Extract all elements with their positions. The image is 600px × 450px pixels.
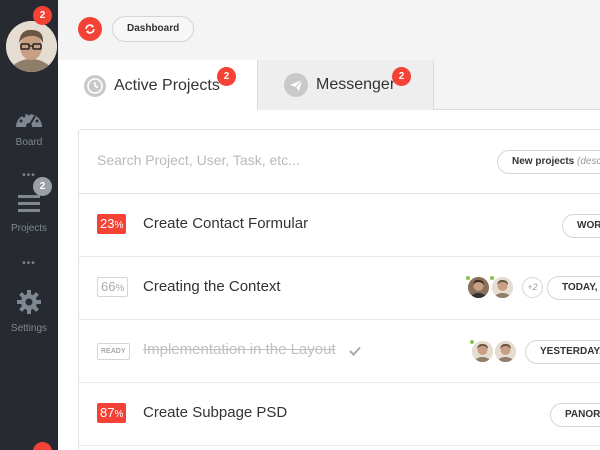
avatar[interactable] bbox=[6, 21, 57, 72]
gear-icon bbox=[17, 290, 41, 314]
tab-badge: 2 bbox=[217, 67, 236, 86]
topbar: Dashboard bbox=[58, 0, 600, 60]
sort-label: New projects bbox=[512, 156, 575, 167]
ready-badge: READY bbox=[97, 343, 130, 360]
progress-badge: 66% bbox=[97, 277, 129, 297]
more-users-count[interactable]: +2 bbox=[522, 277, 543, 298]
tab-badge: 2 bbox=[392, 67, 411, 86]
online-indicator bbox=[469, 339, 475, 345]
send-icon bbox=[284, 73, 308, 97]
task-title: Creating the Context bbox=[143, 278, 281, 295]
table-row[interactable]: READY Implementation in the Layout YESTE… bbox=[79, 320, 600, 383]
due-date-badge[interactable]: PANORA bbox=[550, 403, 600, 427]
tab-label: Active Projects bbox=[114, 76, 220, 94]
separator-dots: ••• bbox=[22, 258, 36, 269]
tab-label: Messenger bbox=[316, 76, 396, 93]
progress-badge: 23% bbox=[97, 214, 127, 234]
refresh-button[interactable] bbox=[78, 17, 102, 41]
projects-panel: New projects (desc 23% Create Contact Fo… bbox=[78, 129, 600, 450]
user-avatar[interactable] bbox=[468, 277, 489, 298]
due-date-badge[interactable]: TODAY, bbox=[547, 276, 600, 300]
clock-icon bbox=[84, 74, 106, 97]
refresh-icon bbox=[85, 24, 95, 34]
user-avatar[interactable] bbox=[495, 341, 516, 362]
new-projects-sort-button[interactable]: New projects (desc bbox=[497, 150, 600, 174]
table-row[interactable]: 87% Create Subpage PSD PANORA bbox=[79, 383, 600, 446]
progress-badge: 87% bbox=[97, 403, 127, 423]
task-title: Create Contact Formular bbox=[143, 215, 309, 232]
sidebar-item-label: Board bbox=[15, 137, 43, 148]
check-icon bbox=[349, 346, 361, 356]
task-title: Create Subpage PSD bbox=[143, 404, 288, 421]
sidebar-item-label: Projects bbox=[10, 223, 48, 234]
projects-badge: 2 bbox=[33, 177, 52, 196]
search-input[interactable] bbox=[97, 152, 477, 168]
table-row[interactable]: 66% Creating the Context +2 TODAY, bbox=[79, 257, 600, 320]
task-title: Implementation in the Layout bbox=[143, 341, 336, 358]
search-bar: New projects (desc bbox=[79, 130, 600, 194]
online-indicator bbox=[489, 275, 495, 281]
avatar-notification-badge: 2 bbox=[33, 6, 52, 25]
sidebar-item-projects[interactable]: Projects bbox=[0, 193, 58, 234]
online-indicator bbox=[465, 275, 471, 281]
sidebar-item-board[interactable]: Board bbox=[0, 107, 58, 148]
sort-order: (desc bbox=[577, 156, 600, 167]
tab-bar: Active Projects 2 Messenger 2 bbox=[58, 60, 600, 111]
tab-active-projects[interactable]: Active Projects 2 bbox=[58, 60, 258, 111]
sidebar-item-settings[interactable]: Settings bbox=[0, 289, 58, 334]
sidebar-item-label: Settings bbox=[10, 323, 48, 334]
bottom-notification-badge bbox=[33, 442, 52, 450]
tab-messenger[interactable]: Messenger 2 bbox=[258, 60, 434, 110]
due-date-badge[interactable]: YESTERDAY, bbox=[525, 340, 600, 364]
breadcrumb-dashboard[interactable]: Dashboard bbox=[112, 16, 195, 42]
separator-dots: ••• bbox=[22, 170, 36, 181]
user-avatar[interactable] bbox=[472, 341, 493, 362]
table-row[interactable]: 23% Create Contact Formular WOR bbox=[79, 194, 600, 257]
sidebar: 2 Board ••• Projects 2 ••• Settings bbox=[0, 0, 58, 450]
due-date-badge[interactable]: WOR bbox=[562, 214, 600, 238]
user-avatar[interactable] bbox=[492, 277, 513, 298]
gauge-icon bbox=[16, 112, 42, 129]
menu-icon bbox=[18, 195, 40, 212]
